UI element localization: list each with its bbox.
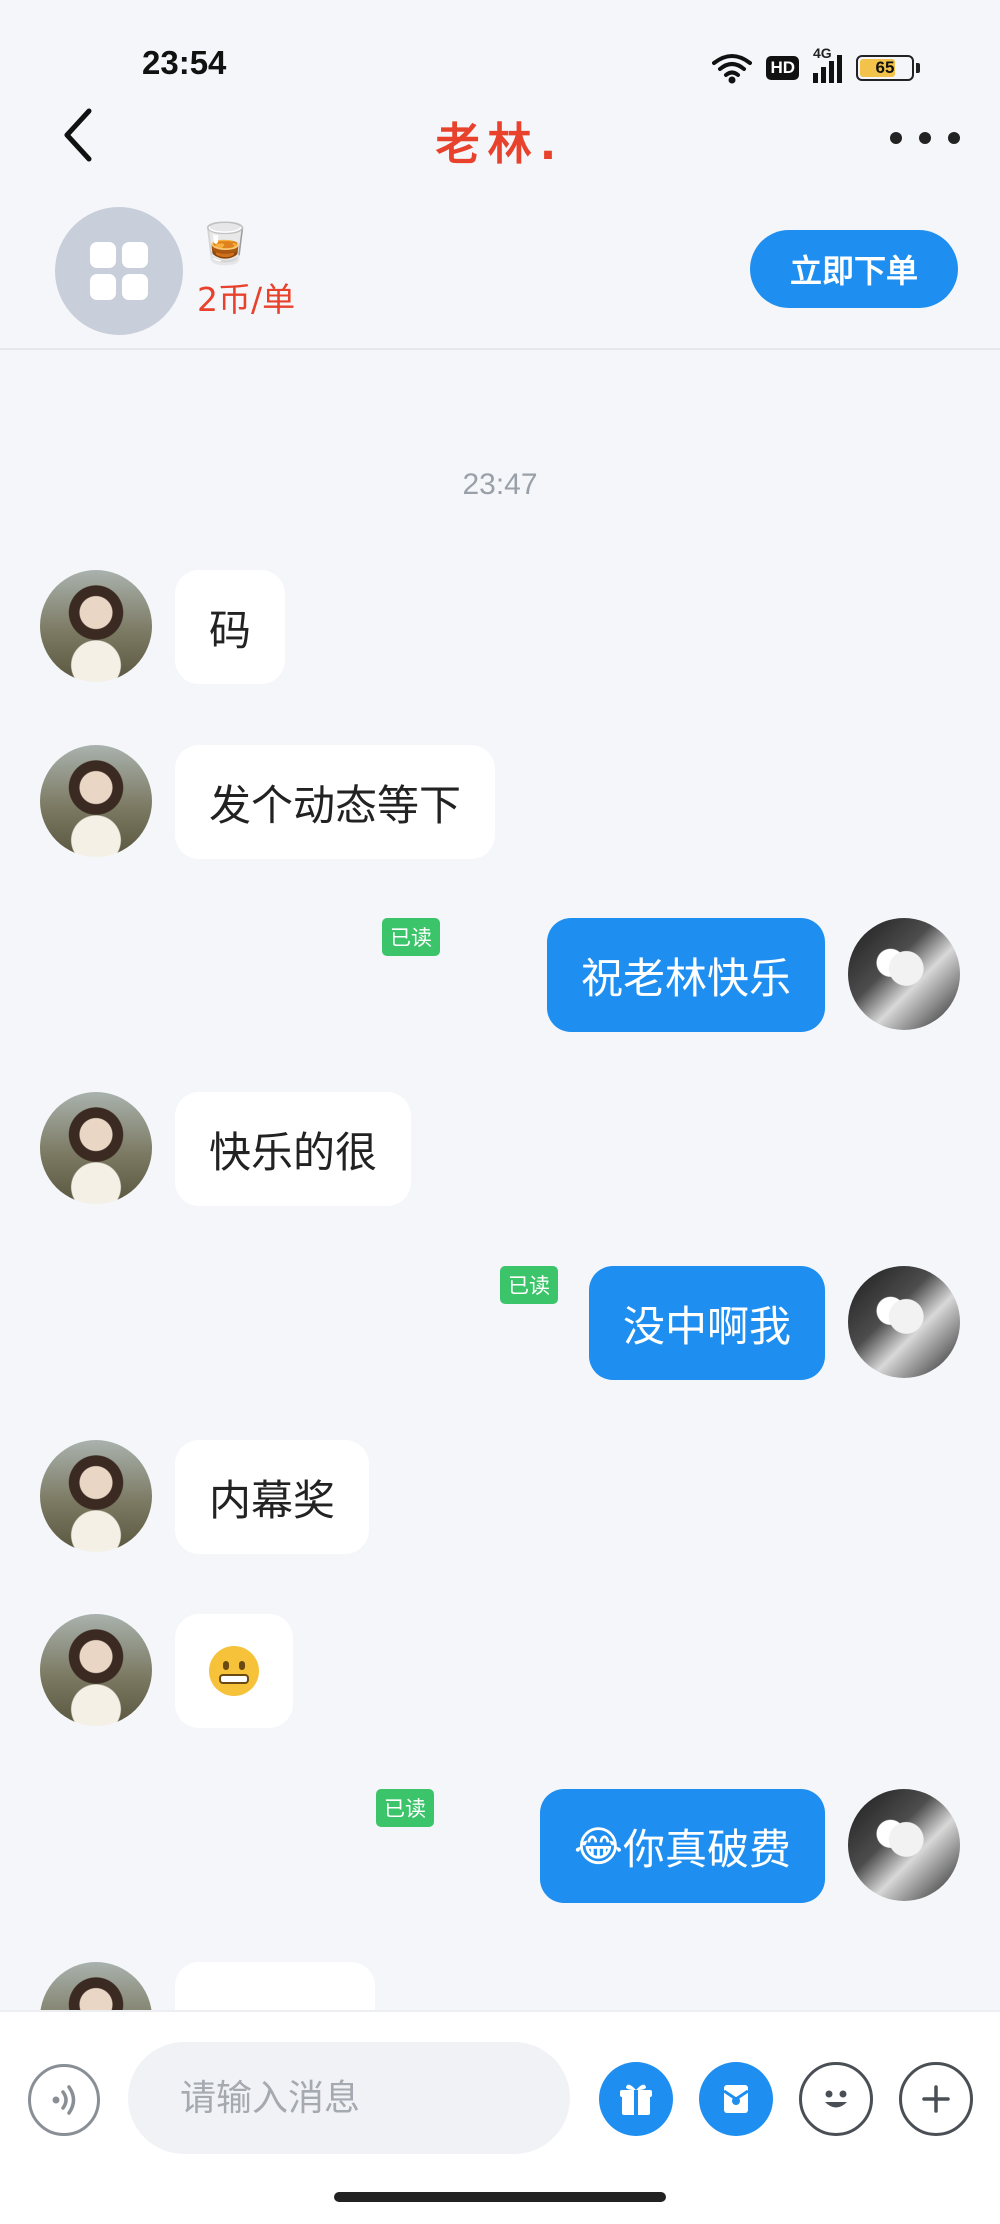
read-status-badge: 已读: [500, 1266, 558, 1304]
message-bubble-in[interactable]: [175, 1962, 375, 2010]
joy-emoji-icon: 😂: [573, 1821, 623, 1871]
battery-tip: [916, 63, 920, 73]
message-bubble-out[interactable]: 😂 你真破费: [539, 1789, 825, 1903]
gift-icon: [620, 2084, 652, 2115]
message-input[interactable]: [128, 2042, 570, 2154]
network-type-label: 4G: [813, 45, 832, 61]
status-icons: HD 4G 65: [712, 45, 920, 88]
contact-avatar[interactable]: [40, 1092, 152, 1204]
message-bubble-out[interactable]: 祝老林快乐: [546, 918, 825, 1032]
red-packet-button[interactable]: [699, 2062, 773, 2136]
contact-avatar[interactable]: [40, 745, 152, 857]
message-bubble-in[interactable]: [175, 1614, 293, 1728]
read-status-badge: 已读: [376, 1789, 434, 1827]
contact-avatar[interactable]: [40, 1614, 152, 1726]
read-status-badge: 已读: [382, 918, 440, 956]
emoji-icon: [825, 2090, 847, 2108]
plus-icon: [922, 2085, 950, 2113]
more-icon: [890, 132, 902, 144]
contact-avatar[interactable]: [40, 570, 152, 682]
message-timestamp: 23:47: [462, 468, 538, 501]
message-bubble-in[interactable]: 快乐的很: [175, 1092, 412, 1206]
contact-avatar[interactable]: [40, 1962, 152, 2010]
service-avatar[interactable]: [55, 207, 183, 335]
more-button[interactable]: [890, 118, 960, 158]
message-bubble-in[interactable]: 码: [175, 570, 286, 684]
voice-button[interactable]: [28, 2064, 100, 2136]
my-avatar[interactable]: [848, 1266, 960, 1378]
more-actions-button[interactable]: [899, 2062, 973, 2136]
service-price: 2币/单: [197, 280, 296, 319]
wifi-icon: [712, 54, 753, 84]
more-icon-dot: [919, 132, 931, 144]
grimacing-face-icon: [209, 1646, 259, 1696]
my-avatar[interactable]: [848, 1789, 960, 1901]
gift-button[interactable]: [599, 2062, 673, 2136]
page-title: 老林.: [435, 119, 565, 170]
whisky-icon: 🥃: [200, 221, 250, 267]
more-icon-dot: [948, 132, 960, 144]
service-bar: 🥃 2币/单 立即下单: [0, 200, 1000, 350]
contact-avatar[interactable]: [40, 1440, 152, 1552]
status-bar: 23:54 HD 4G 65: [0, 0, 1000, 100]
my-avatar[interactable]: [848, 918, 960, 1030]
home-indicator[interactable]: [334, 2192, 666, 2202]
battery-level: 65: [875, 58, 895, 77]
signal-icon: 4G: [813, 45, 842, 83]
message-bubble-out[interactable]: 没中啊我: [588, 1266, 825, 1380]
message-bubble-in[interactable]: 内幕奖: [175, 1440, 370, 1554]
status-time: 23:54: [142, 44, 227, 81]
chat-messages[interactable]: 23:47 码 发个动态等下 已读 祝老林快乐 快乐的很 已读 没中啊我 内幕奖: [0, 350, 1000, 2010]
emoji-button[interactable]: [799, 2062, 873, 2136]
order-now-button[interactable]: 立即下单: [750, 230, 958, 308]
battery-icon: 65: [856, 55, 914, 81]
voice-icon: [52, 2085, 76, 2115]
message-bubble-in[interactable]: 发个动态等下: [175, 745, 496, 859]
message-text: 你真破费: [622, 1824, 791, 1874]
hd-badge: HD: [766, 56, 799, 80]
card-icon: [723, 2085, 749, 2113]
apps-grid-icon: [90, 242, 148, 300]
